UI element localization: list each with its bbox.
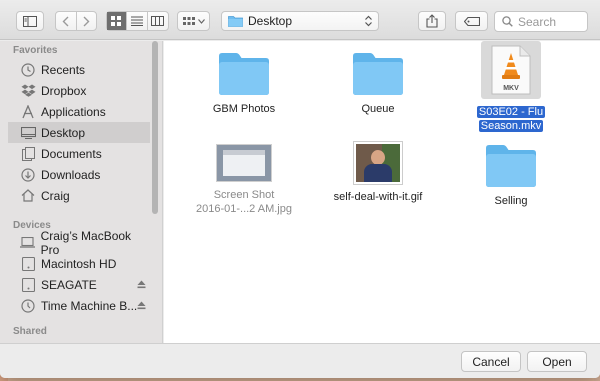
forward-button[interactable] bbox=[77, 12, 97, 30]
sidebar-item-label: Downloads bbox=[41, 167, 101, 182]
sidebar-item-recents[interactable]: Recents bbox=[8, 59, 150, 80]
sidebar-scrollbar[interactable] bbox=[152, 41, 158, 214]
mkv-badge: MKV bbox=[503, 85, 519, 92]
sidebar-toggle-button[interactable] bbox=[16, 11, 44, 31]
file-item[interactable]: GBM Photos bbox=[184, 52, 304, 116]
thumbnail-face bbox=[371, 150, 385, 165]
sidebar-item-label: SEAGATE bbox=[41, 277, 97, 292]
tags-button[interactable] bbox=[455, 11, 488, 31]
file-name-line-1: S03E02 - Flu bbox=[476, 106, 546, 118]
file-name-line-1: Screen Shot bbox=[213, 189, 275, 201]
time-machine-icon bbox=[20, 298, 36, 314]
file-name: self-deal-with-it.gif bbox=[333, 191, 423, 203]
dropbox-icon bbox=[20, 83, 36, 99]
sidebar-item-label: Craig bbox=[41, 188, 70, 203]
sidebar-item-craig[interactable]: Craig bbox=[8, 185, 150, 206]
share-button[interactable] bbox=[418, 11, 446, 31]
folder-icon bbox=[485, 144, 537, 188]
applications-icon bbox=[20, 104, 36, 120]
thumbnail-body bbox=[364, 164, 392, 182]
sidebar-item-time-machine[interactable]: Time Machine B... bbox=[8, 295, 150, 316]
sidebar-item-applications[interactable]: Applications bbox=[8, 101, 150, 122]
file-item[interactable]: self-deal-with-it.gif bbox=[318, 142, 438, 204]
folder-icon bbox=[228, 16, 243, 27]
icon-view-button[interactable] bbox=[107, 12, 128, 30]
arrange-menu-button[interactable] bbox=[177, 11, 210, 31]
folder-icon bbox=[352, 52, 404, 96]
folder-icon bbox=[218, 52, 270, 96]
location-popup[interactable]: Desktop bbox=[221, 11, 379, 31]
search-field[interactable]: Search bbox=[494, 11, 588, 32]
sidebar-item-label: Macintosh HD bbox=[41, 256, 117, 271]
file-item[interactable]: Selling bbox=[451, 144, 571, 208]
cancel-button[interactable]: Cancel bbox=[461, 351, 521, 372]
sidebar-item-label: Time Machine B... bbox=[41, 298, 138, 313]
chevron-down-icon bbox=[197, 18, 205, 24]
screenshot-thumbnail bbox=[216, 144, 272, 182]
disk-icon bbox=[20, 277, 36, 293]
sidebar-item-label: Desktop bbox=[41, 125, 86, 140]
eject-icon[interactable] bbox=[137, 299, 146, 313]
arrange-grid-icon bbox=[182, 17, 195, 25]
shared-heading: Shared bbox=[13, 326, 47, 337]
sidebar-item-documents[interactable]: Documents bbox=[8, 143, 150, 164]
file-name: S03E02 - Flu Season.mkv bbox=[451, 105, 571, 133]
file-item-selected[interactable]: MKV S03E02 - Flu Season.mkv bbox=[451, 41, 571, 133]
file-name: Selling bbox=[494, 195, 528, 207]
share-icon bbox=[426, 14, 438, 28]
sidebar-item-dropbox[interactable]: Dropbox bbox=[8, 80, 150, 101]
file-item[interactable]: Screen Shot 2016-01-...2 AM.jpg bbox=[184, 144, 304, 216]
grid-icon bbox=[111, 15, 122, 26]
downloads-icon bbox=[20, 167, 36, 183]
toolbar: Desktop Search bbox=[0, 0, 600, 40]
up-down-chevron-icon bbox=[365, 15, 372, 27]
sidebar-item-downloads[interactable]: Downloads bbox=[8, 164, 150, 185]
sidebar-item-label: Documents bbox=[41, 146, 102, 161]
back-button[interactable] bbox=[56, 12, 77, 30]
documents-icon bbox=[20, 146, 36, 162]
desktop-icon bbox=[20, 125, 36, 141]
thumbnail-titlebar bbox=[223, 150, 265, 155]
search-icon bbox=[502, 16, 513, 27]
disk-icon bbox=[20, 256, 36, 272]
file-item[interactable]: Queue bbox=[318, 52, 438, 116]
chevron-left-icon bbox=[62, 16, 69, 26]
sidebar: Favorites Recents Dropbox Applications D… bbox=[0, 41, 163, 343]
file-name-line-2: 2016-01-...2 AM.jpg bbox=[195, 203, 292, 215]
laptop-icon bbox=[20, 235, 36, 251]
chevron-right-icon bbox=[83, 16, 90, 26]
sidebar-item-label: Dropbox bbox=[41, 83, 87, 98]
search-placeholder: Search bbox=[518, 14, 557, 29]
open-button[interactable]: Open bbox=[527, 351, 587, 372]
file-selection-highlight: MKV bbox=[481, 41, 541, 99]
sidebar-icon bbox=[23, 15, 37, 27]
navigation-buttons bbox=[55, 11, 97, 31]
file-browser: GBM Photos Queue MKV S03E02 - Flu Season… bbox=[164, 41, 600, 343]
dialog-footer: Cancel Open bbox=[0, 343, 600, 378]
photo-thumbnail bbox=[354, 142, 402, 184]
list-icon bbox=[131, 16, 144, 26]
list-view-button[interactable] bbox=[127, 12, 148, 30]
location-label: Desktop bbox=[248, 14, 293, 28]
sidebar-item-desktop[interactable]: Desktop bbox=[8, 122, 150, 143]
home-icon bbox=[20, 188, 36, 204]
columns-icon bbox=[151, 16, 165, 26]
sidebar-item-macintosh-hd[interactable]: Macintosh HD bbox=[8, 253, 150, 274]
view-mode-segmented-control bbox=[106, 11, 169, 31]
file-name-line-2: Season.mkv bbox=[478, 120, 544, 132]
tag-icon bbox=[463, 16, 480, 26]
clock-icon bbox=[20, 62, 36, 78]
sidebar-item-label: Applications bbox=[41, 104, 106, 119]
column-view-button[interactable] bbox=[148, 12, 168, 30]
open-file-dialog: Desktop Search Favorites Recents Dropbox… bbox=[0, 0, 600, 378]
sidebar-item-macbook-pro[interactable]: Craig’s MacBook Pro bbox=[8, 229, 150, 257]
file-name: Queue bbox=[361, 103, 395, 115]
sidebar-item-label: Recents bbox=[41, 62, 86, 77]
eject-icon[interactable] bbox=[137, 278, 146, 292]
sidebar-item-seagate[interactable]: SEAGATE bbox=[8, 274, 150, 295]
file-name: Screen Shot 2016-01-...2 AM.jpg bbox=[184, 188, 304, 216]
favorites-heading: Favorites bbox=[13, 45, 58, 56]
file-name: GBM Photos bbox=[212, 103, 276, 115]
